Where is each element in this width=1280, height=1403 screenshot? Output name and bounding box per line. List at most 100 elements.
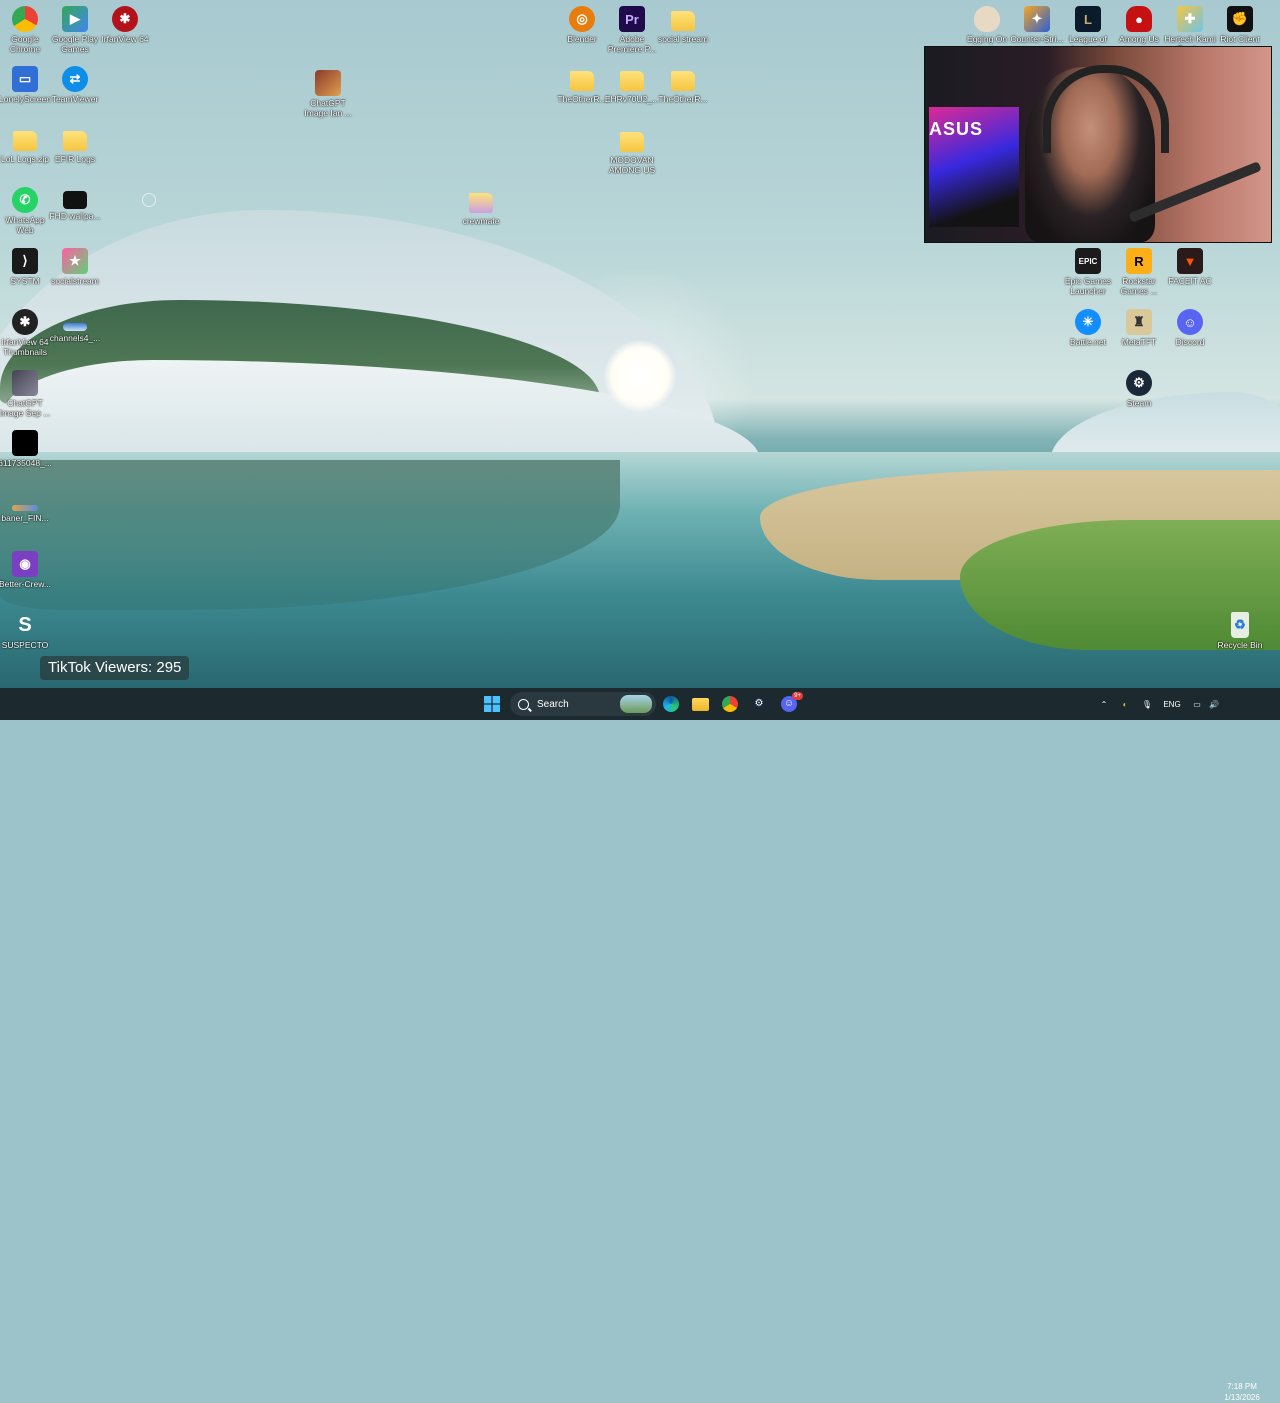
desktop-icon-label: socialstream: [51, 276, 99, 286]
desktop-icon-label: EFIR Logs: [54, 154, 96, 164]
folder-icon: [619, 66, 645, 92]
socialstream-icon: ★: [62, 248, 88, 274]
rockstar-icon: R: [1126, 248, 1152, 274]
desktop-icon-ehrv70u2[interactable]: EHRv70U2_...: [603, 66, 661, 104]
desktop-icon-efir-logs[interactable]: EFIR Logs: [46, 126, 104, 164]
battlenet-icon: ✳: [1075, 309, 1101, 335]
volume-tray-button[interactable]: 🔊: [1207, 692, 1221, 716]
desktop-icon-label: TheOtherR...: [658, 94, 708, 104]
start-button[interactable]: [480, 692, 504, 716]
desktop-icon-suspecto[interactable]: S SUSPECTO: [0, 612, 54, 651]
show-hidden-icons-button[interactable]: ⌃: [1097, 692, 1111, 716]
desktop-icon-label: Counter-Stri...: [1010, 34, 1064, 44]
image-file-icon: [315, 70, 341, 96]
desktop-icon-label: Among Us: [1119, 34, 1159, 44]
desktop-icon-chatgpt-image-sep[interactable]: ChatGPT Image Sep ...: [0, 370, 54, 418]
desktop-icon-baner-fin[interactable]: baner_FIN...: [0, 491, 54, 523]
better-crewlink-icon: ◉: [12, 551, 38, 577]
desktop-icon-rockstar[interactable]: R Rockstar Games ...: [1110, 248, 1168, 296]
language-indicator[interactable]: ENG: [1160, 692, 1184, 716]
desktop-icon-among-us[interactable]: ● Among Us: [1110, 6, 1168, 44]
desktop-icon-theotherroles-2[interactable]: TheOtherR...: [654, 66, 712, 104]
desktop-icon-label: SUSPECTO: [1, 640, 49, 650]
desktop-icon-battlenet[interactable]: ✳ Battle.net: [1059, 309, 1117, 347]
desktop-icon-faceit[interactable]: ▼ FACEIT AC: [1161, 248, 1219, 286]
folder-icon: [619, 127, 645, 153]
desktop-icon-teamviewer[interactable]: ⇄ TeamViewer: [46, 66, 104, 104]
chrome-icon: [12, 6, 38, 32]
taskbar-discord[interactable]: ☺ 9+: [777, 692, 803, 716]
desktop-icon-611735048[interactable]: 611735048_...: [0, 430, 54, 468]
taskbar-search-box[interactable]: Search: [510, 692, 656, 716]
desktop-icon-better-crewlink[interactable]: ◉ Better-Crew...: [0, 551, 54, 589]
desktop-icon-label: IrfanView 64: [101, 34, 149, 44]
search-placeholder: Search: [537, 698, 569, 710]
microphone-tray-button[interactable]: 🎙: [1140, 692, 1154, 716]
microphone-icon: 🎙: [1141, 699, 1153, 709]
counter-strike-icon: ✦: [1024, 6, 1050, 32]
desktop-icon-label: MODOVAN AMONG US: [608, 155, 656, 175]
egging-on-icon: [974, 6, 1000, 32]
tray-app-icon: ◐: [1122, 699, 1128, 709]
desktop-icon-label: 611735048_...: [0, 458, 52, 468]
search-highlight-thumbnail: [620, 695, 652, 713]
desktop-icon-socialstream[interactable]: ★ socialstream: [46, 248, 104, 286]
sun: [604, 340, 676, 412]
desktop-icon-label: Adobe Premiere P...: [607, 34, 657, 54]
hertech-icon: ✚: [1177, 6, 1203, 32]
irfanview-thumbnails-icon: ✱: [12, 309, 38, 335]
league-of-legends-icon: L: [1075, 6, 1101, 32]
taskbar-steam[interactable]: ⚙: [747, 692, 771, 716]
taskbar-clock[interactable]: 7:18 PM 1/13/2026: [1222, 1381, 1262, 1403]
folder-icon: [62, 126, 88, 152]
desktop-icon-label: crewmate: [462, 216, 500, 226]
clock-date: 1/13/2026: [1224, 1393, 1260, 1402]
chrome-icon: [722, 696, 738, 712]
clock-time: 7:18 PM: [1227, 1382, 1257, 1391]
edge-icon: [663, 696, 679, 712]
suspecto-icon: S: [18, 613, 32, 636]
google-play-games-icon: ▶: [62, 6, 88, 32]
image-file-icon: [12, 505, 38, 511]
desktop-icon-adobe-premiere[interactable]: Pr Adobe Premiere P...: [603, 6, 661, 54]
desktop-icon-discord[interactable]: ☺ Discord: [1161, 309, 1219, 347]
network-tray-button[interactable]: ▭: [1190, 692, 1204, 716]
faceit-icon: ▼: [1177, 248, 1203, 274]
search-icon: [518, 698, 529, 710]
among-us-icon: ●: [1126, 6, 1152, 32]
file-explorer-icon: [691, 697, 709, 711]
crewmate-icon: [468, 188, 494, 214]
taskbar: Search ⚙ ☺ 9+ ⌃ ◐ 🎙 ENG ▭ 🔊 7:18 PM 1/13…: [0, 688, 1280, 1402]
tiktok-viewers-overlay: TikTok Viewers: 295: [40, 656, 190, 680]
tray-app-button[interactable]: ◐: [1117, 692, 1133, 716]
desktop-icon-modovan-among-us[interactable]: MODOVAN AMONG US: [603, 127, 661, 175]
desktop-icon-fhd-wallpaper[interactable]: FHD wallpa...: [46, 187, 104, 221]
desktop-icon-label: MetaTFT: [1121, 337, 1157, 347]
desktop-icon-metatft[interactable]: ♜ MetaTFT: [1110, 309, 1168, 347]
desktop-icon-counter-strike[interactable]: ✦ Counter-Stri...: [1008, 6, 1066, 44]
desktop-icon-channels4[interactable]: channels4_...: [46, 309, 104, 343]
desktop-icon-label: Discord: [1175, 337, 1205, 347]
desktop-icon-steam[interactable]: ⚙ Steam: [1110, 370, 1168, 408]
epic-games-icon: EPIC: [1075, 248, 1101, 274]
monitor-network-icon: ▭: [1193, 699, 1201, 709]
webcam-overlay: ASUS: [924, 46, 1272, 243]
desktop-icon-label: Riot Client: [1220, 34, 1260, 44]
desktop-icon-epic-games[interactable]: EPIC Epic Games Launcher: [1059, 248, 1117, 296]
desktop-icon-irfanview[interactable]: ✱ IrfanView 64: [96, 6, 154, 44]
windows-start-icon: [484, 696, 500, 712]
speaker-icon: 🔊: [1209, 699, 1219, 709]
image-file-icon: [12, 430, 38, 456]
desktop-icon-social-stream-folder[interactable]: social stream: [654, 6, 712, 44]
desktop-icon-riot-client[interactable]: ✊ Riot Client: [1211, 6, 1269, 44]
taskbar-file-explorer[interactable]: [688, 692, 712, 716]
desktop-icon-chatgpt-image-jan[interactable]: ChatGPT Image Ian ...: [299, 70, 357, 118]
taskbar-chrome[interactable]: [718, 692, 742, 716]
desktop-icon-label: Recycle Bin: [1217, 640, 1263, 650]
chevron-up-icon: ⌃: [1100, 699, 1108, 709]
image-file-icon: [63, 191, 87, 209]
taskbar-edge[interactable]: [659, 692, 683, 716]
desktop-icon-crewmate[interactable]: crewmate: [452, 188, 510, 226]
asus-logo: ASUS: [929, 119, 984, 139]
desktop-icon-recycle-bin[interactable]: ♻ Recycle Bin: [1211, 612, 1269, 650]
